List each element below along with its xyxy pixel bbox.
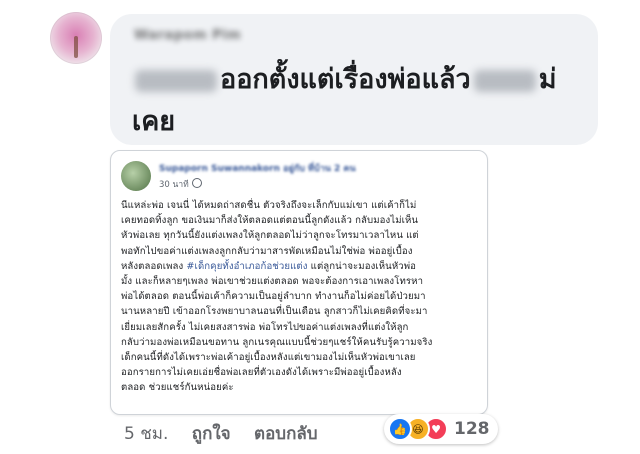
post-line: พอทักไปขอค่าแต่งเพลงลูกกลับว่ามาสารพัดเห… <box>121 245 413 257</box>
screenshot-post-header: Supaporn Suwannakorn อยู่กับ ที่บ้าน 2 ค… <box>121 159 477 193</box>
comment-text-segment-a: ออกตั้งแต่เรื่องพ่อแล้ว <box>220 64 471 94</box>
post-line: นีแหล่ะพ่อ เจนนี่ ได้หมดถ่าสดชื่น ตัวจริ… <box>121 200 417 211</box>
post-line: ตลอด ช่วยแชร์กันหน่อยค่ะ <box>121 382 234 394</box>
reactions-summary[interactable]: 👍 😆 ♥ 128 <box>384 414 498 444</box>
comment-bubble: Warapom Pim ออกตั้งแต่เรื่องพ่อแล้ว ม่เคย… <box>110 14 598 178</box>
like-icon: 👍 <box>388 417 412 441</box>
redacted-text <box>473 69 536 92</box>
comment-text-line-1: ออกตั้งแต่เรื่องพ่อแล้ว ม่เคย <box>132 58 582 142</box>
post-line-start: หลังตลอดเพลง <box>121 260 184 272</box>
screenshot-author-name: Supaporn Suwannakorn อยู่กับ ที่บ้าน 2 ค… <box>159 164 356 174</box>
post-line-with-hashtag: หลังตลอดเพลง #เด็กคุยทั้งอำเภอก้อช่วยแต่… <box>121 259 479 274</box>
post-line: เด็กคนนี้ที่ดังได้เพราะพ่อเค้าอยู่เบื้อง… <box>121 352 416 364</box>
screenshot-post-body: นีแหล่ะพ่อ เจนนี่ ได้หมดถ่าสดชื่น ตัวจริ… <box>121 198 479 396</box>
post-hashtag: #เด็กคุยทั้งอำเภอก้อช่วยแต่ง <box>186 260 308 272</box>
screenshot-time-text: 30 นาที <box>159 180 189 190</box>
post-line: ออกรายการไม่เคยเอ่ยชื่อพ่อเลยที่ตัวเองดั… <box>121 367 402 379</box>
post-line: มั้ง และก็หลายๆเพลง พ่อเขาช่วยแต่งตลอด พ… <box>121 276 424 288</box>
post-line-end: แต่ลูกน่าจะมองเห็นหัวพ่อ <box>307 260 417 272</box>
comment-author-name[interactable]: Warapom Pim <box>134 28 241 43</box>
redacted-text <box>135 69 217 92</box>
post-line: นานหลายปี เข้าออกโรงพยาบาลนอนที่เป็นเดือ… <box>121 306 428 318</box>
post-line: หัวพ่อเลย ทุกวันนี้ยังแต่งเพลงให้ลูกตลอด… <box>121 230 419 242</box>
like-button[interactable]: ถูกใจ <box>192 424 231 444</box>
attached-screenshot[interactable]: Supaporn Suwannakorn อยู่กับ ที่บ้าน 2 ค… <box>110 150 488 415</box>
reply-button[interactable]: ตอบกลับ <box>254 424 318 444</box>
screenshot-author-avatar <box>121 161 151 191</box>
post-line: กลับว่ามองพ่อเหมือนขอทาน ลูกเนรคุณแบบนี้… <box>121 336 433 348</box>
post-line: เคยทอดทิ้งลูก ขอเงินมาก็ส่งให้ตลอดแต่ตอน… <box>121 215 419 227</box>
comment-timestamp[interactable]: 5 ชม. <box>124 424 168 444</box>
commenter-avatar[interactable] <box>50 12 102 64</box>
post-line: พ่อได้ตลอด ตอนนี้พ่อเค้าก็ความเป็นอยู่ลำ… <box>121 291 426 303</box>
globe-icon <box>191 178 202 188</box>
avatar-image-detail <box>74 36 78 58</box>
reaction-count: 128 <box>454 419 490 439</box>
post-line: เยี่ยมเลยสักครั้ง ไม่เคยสงสารพ่อ พ่อโทรไ… <box>121 321 409 333</box>
comment-actions: 5 ชม. ถูกใจ ตอบกลับ <box>124 420 336 447</box>
screenshot-post-time: 30 นาที <box>159 177 202 191</box>
